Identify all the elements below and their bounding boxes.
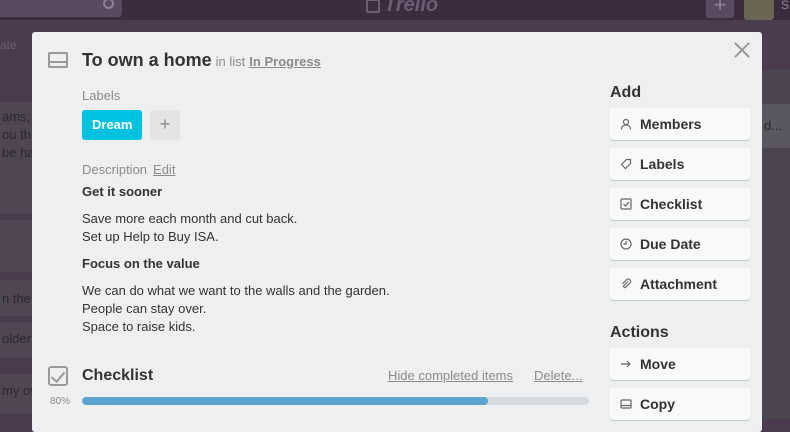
labels-button-label: Labels bbox=[640, 156, 685, 172]
add-heading: Add bbox=[610, 84, 642, 101]
description-section-title: Focus on the value bbox=[82, 256, 200, 271]
logo-text: Trello bbox=[384, 0, 439, 16]
copy-button[interactable]: Copy bbox=[610, 388, 750, 420]
background-text: ate bbox=[0, 38, 17, 52]
search-icon bbox=[103, 0, 114, 9]
avatar[interactable] bbox=[744, 0, 774, 20]
actions-heading: Actions bbox=[610, 324, 669, 341]
background-card[interactable]: d... bbox=[762, 104, 790, 148]
labels-button[interactable]: Labels bbox=[610, 148, 750, 180]
background-card-line: ams; bbox=[2, 109, 31, 124]
background-card-line: ou th bbox=[2, 127, 31, 142]
description-line: Save more each month and cut back. bbox=[82, 211, 298, 226]
checklist-title[interactable]: Checklist bbox=[82, 367, 153, 385]
description-line: People can stay over. bbox=[82, 301, 207, 316]
card-icon bbox=[48, 52, 68, 68]
background-card-line: n the bbox=[2, 291, 31, 306]
search-box[interactable] bbox=[0, 0, 122, 17]
description-paragraph: We can do what we want to the walls and … bbox=[82, 282, 582, 336]
background-card-line: be ha bbox=[2, 145, 32, 160]
checklist-progress-bar bbox=[82, 397, 589, 405]
description-line: We can do what we want to the walls and … bbox=[82, 283, 390, 298]
description-paragraph: Save more each month and cut back. Set u… bbox=[82, 210, 582, 246]
description-heading: Description bbox=[82, 162, 148, 177]
due-date-button[interactable]: Due Date bbox=[610, 228, 750, 260]
trello-logo[interactable]: Trello bbox=[366, 0, 438, 17]
card-header: To own a home in list In Progress bbox=[82, 50, 321, 71]
background-card-line: older bbox=[2, 331, 31, 346]
description-body[interactable]: Get it sooner Save more each month and c… bbox=[82, 184, 582, 346]
card-icon bbox=[620, 398, 632, 410]
members-button[interactable]: Members bbox=[610, 108, 750, 140]
paperclip-icon bbox=[620, 278, 632, 290]
checkbox-icon bbox=[620, 198, 632, 210]
description-header: Description Edit bbox=[82, 162, 175, 177]
description-line: Set up Help to Buy ISA. bbox=[82, 229, 219, 244]
description-edit-link[interactable]: Edit bbox=[153, 162, 175, 177]
in-list-text: in list bbox=[215, 54, 246, 69]
label-dream[interactable]: Dream bbox=[82, 110, 143, 140]
labels-heading: Labels bbox=[82, 88, 121, 103]
person-icon bbox=[620, 118, 632, 130]
card-detail-modal: To own a home in list In Progress Labels… bbox=[32, 32, 762, 432]
add-label-button[interactable]: + bbox=[150, 110, 180, 140]
create-button[interactable]: + bbox=[706, 0, 734, 18]
arrow-right-icon bbox=[620, 358, 632, 370]
user-name: S bbox=[781, 0, 790, 12]
background-card[interactable]: my ov bbox=[0, 374, 32, 414]
background-card[interactable] bbox=[0, 220, 32, 272]
members-button-label: Members bbox=[640, 116, 702, 132]
card-title[interactable]: To own a home bbox=[82, 50, 212, 71]
background-card-line: my ov bbox=[2, 383, 32, 398]
attachment-button[interactable]: Attachment bbox=[610, 268, 750, 300]
clock-icon bbox=[620, 238, 632, 250]
checklist-progress-fill bbox=[82, 397, 488, 405]
checklist-button[interactable]: Checklist bbox=[610, 188, 750, 220]
background-list: d... bbox=[762, 70, 790, 419]
description-line: Space to raise kids. bbox=[82, 319, 196, 334]
attachment-button-label: Attachment bbox=[640, 276, 718, 292]
list-name-link[interactable]: In Progress bbox=[249, 54, 321, 69]
logo-icon bbox=[366, 0, 380, 13]
description-section-title: Get it sooner bbox=[82, 184, 163, 199]
checklist-icon bbox=[48, 366, 68, 386]
background-card[interactable]: ams; ou th be ha bbox=[0, 102, 32, 214]
background-card[interactable]: n the bbox=[0, 280, 32, 316]
delete-checklist-link[interactable]: Delete... bbox=[534, 368, 582, 383]
close-icon[interactable] bbox=[732, 40, 752, 60]
move-button[interactable]: Move bbox=[610, 348, 750, 380]
due-date-button-label: Due Date bbox=[640, 236, 701, 252]
checklist-button-label: Checklist bbox=[640, 196, 703, 212]
checklist-progress-percent: 80% bbox=[50, 396, 71, 407]
tag-icon bbox=[620, 158, 632, 170]
hide-completed-link[interactable]: Hide completed items bbox=[388, 368, 513, 383]
background-card[interactable]: older bbox=[0, 322, 32, 358]
move-button-label: Move bbox=[640, 356, 676, 372]
copy-button-label: Copy bbox=[640, 396, 675, 412]
